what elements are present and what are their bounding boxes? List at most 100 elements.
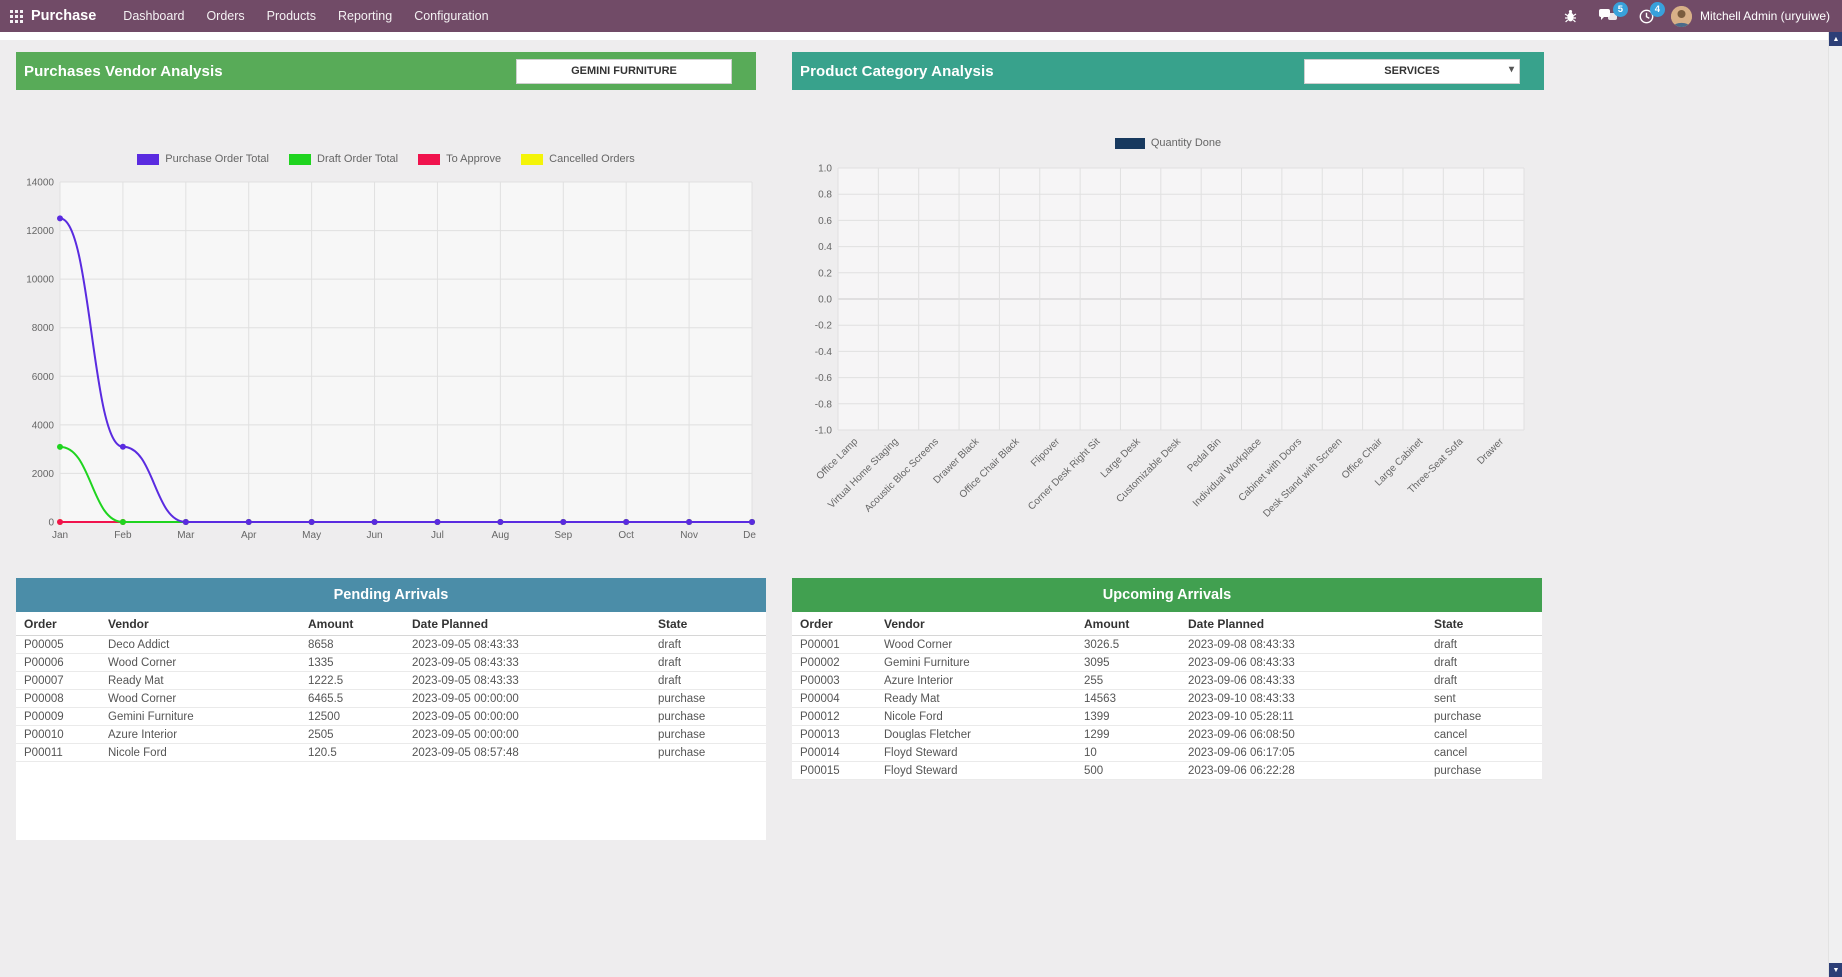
table-row[interactable]: P00006Wood Corner13352023-09-05 08:43:33… [16, 654, 766, 672]
legend-swatch [418, 154, 440, 165]
legend-item[interactable]: To Approve [418, 153, 501, 165]
column-header-order: Order [792, 612, 880, 636]
table-row[interactable]: P00001Wood Corner3026.52023-09-08 08:43:… [792, 636, 1542, 654]
pending-arrivals-table: OrderVendorAmountDate PlannedState P0000… [16, 612, 766, 762]
svg-text:Desk Stand with Screen: Desk Stand with Screen [1261, 436, 1344, 519]
table-row[interactable]: P00015Floyd Steward5002023-09-06 06:22:2… [792, 762, 1542, 780]
cell: 2023-09-06 08:43:33 [1184, 654, 1430, 672]
scrollbar-up-button[interactable]: ▲ [1829, 32, 1842, 46]
category-filter-select[interactable]: SERVICES ▾ [1304, 59, 1520, 84]
table-row[interactable]: P00009Gemini Furniture125002023-09-05 00… [16, 708, 766, 726]
svg-text:1.0: 1.0 [818, 164, 832, 175]
table-row[interactable]: P00003Azure Interior2552023-09-06 08:43:… [792, 672, 1542, 690]
cell: draft [654, 672, 766, 690]
pending-arrivals-titlebar: Pending Arrivals [16, 578, 766, 612]
cell: 8658 [304, 636, 408, 654]
table-row[interactable]: P00013Douglas Fletcher12992023-09-06 06:… [792, 726, 1542, 744]
svg-text:14000: 14000 [26, 178, 54, 189]
legend-item[interactable]: Draft Order Total [289, 153, 398, 165]
table-row[interactable]: P00011Nicole Ford120.52023-09-05 08:57:4… [16, 744, 766, 762]
upcoming-arrivals-title: Upcoming Arrivals [1103, 587, 1231, 603]
cell: 2023-09-08 08:43:33 [1184, 636, 1430, 654]
user-avatar[interactable] [1671, 6, 1692, 27]
cell: P00014 [792, 744, 880, 762]
table-row[interactable]: P00014Floyd Steward102023-09-06 06:17:05… [792, 744, 1542, 762]
cell: cancel [1430, 726, 1542, 744]
user-menu[interactable]: Mitchell Admin (uryuiwe) [1700, 9, 1830, 23]
cell: 2023-09-06 06:17:05 [1184, 744, 1430, 762]
vendor-chart-legend: Purchase Order Total Draft Order Total To … [16, 152, 756, 166]
app-name[interactable]: Purchase [31, 8, 96, 24]
menu-item-dashboard[interactable]: Dashboard [112, 0, 195, 32]
cell: sent [1430, 690, 1542, 708]
cell: Douglas Fletcher [880, 726, 1080, 744]
svg-text:Feb: Feb [114, 530, 132, 541]
table-row[interactable]: P00008Wood Corner6465.52023-09-05 00:00:… [16, 690, 766, 708]
table-row[interactable]: P00007Ready Mat1222.52023-09-05 08:43:33… [16, 672, 766, 690]
cell: 500 [1080, 762, 1184, 780]
cell: 2023-09-05 00:00:00 [408, 726, 654, 744]
table-row[interactable]: P00005Deco Addict86582023-09-05 08:43:33… [16, 636, 766, 654]
cell: draft [1430, 636, 1542, 654]
cell: 2023-09-06 06:22:28 [1184, 762, 1430, 780]
table-row[interactable]: P00004Ready Mat145632023-09-10 08:43:33s… [792, 690, 1542, 708]
svg-text:-0.4: -0.4 [815, 347, 833, 358]
cell: 14563 [1080, 690, 1184, 708]
scrollbar-down-button[interactable]: ▼ [1829, 963, 1842, 977]
cell: 1222.5 [304, 672, 408, 690]
svg-text:10000: 10000 [26, 275, 54, 286]
cell: Wood Corner [104, 690, 304, 708]
vertical-scrollbar[interactable]: ▲ ▼ [1828, 32, 1842, 977]
menu-item-orders[interactable]: Orders [195, 0, 255, 32]
vendor-filter-select[interactable]: GEMINI FURNITURE [516, 59, 732, 84]
legend-item[interactable]: Cancelled Orders [521, 153, 635, 165]
table-row[interactable]: P00012Nicole Ford13992023-09-10 05:28:11… [792, 708, 1542, 726]
cell: Ready Mat [880, 690, 1080, 708]
cell: purchase [1430, 762, 1542, 780]
table-row[interactable]: P00002Gemini Furniture30952023-09-06 08:… [792, 654, 1542, 672]
legend-item[interactable]: Purchase Order Total [137, 153, 269, 165]
cell: 2505 [304, 726, 408, 744]
cell: 2023-09-05 08:43:33 [408, 672, 654, 690]
apps-grid-icon[interactable] [6, 10, 31, 23]
cell: P00008 [16, 690, 104, 708]
legend-label: Draft Order Total [317, 153, 398, 165]
cell: Ready Mat [104, 672, 304, 690]
legend-swatch [289, 154, 311, 165]
svg-text:2000: 2000 [32, 469, 55, 480]
pending-arrivals-title: Pending Arrivals [334, 587, 449, 603]
table-row[interactable]: P00010Azure Interior25052023-09-05 00:00… [16, 726, 766, 744]
activities-clock-icon[interactable]: 4 [1630, 4, 1663, 29]
menu-item-reporting[interactable]: Reporting [327, 0, 403, 32]
cell: purchase [654, 690, 766, 708]
vendor-analysis-header: Purchases Vendor Analysis GEMINI FURNITU… [16, 52, 756, 90]
svg-text:6000: 6000 [32, 372, 55, 383]
cell: draft [1430, 654, 1542, 672]
svg-text:0.0: 0.0 [818, 295, 832, 306]
messages-icon[interactable]: 5 [1590, 4, 1626, 28]
legend-item[interactable]: Quantity Done [1115, 137, 1221, 149]
cell: 2023-09-10 08:43:33 [1184, 690, 1430, 708]
menu-item-configuration[interactable]: Configuration [403, 0, 499, 32]
cell: 1299 [1080, 726, 1184, 744]
legend-swatch [137, 154, 159, 165]
top-navbar: Purchase DashboardOrdersProductsReportin… [0, 0, 1842, 32]
cell: purchase [654, 744, 766, 762]
menu-item-products[interactable]: Products [256, 0, 327, 32]
cell: 2023-09-05 00:00:00 [408, 690, 654, 708]
column-header-date-planned: Date Planned [408, 612, 654, 636]
vendor-filter-value: GEMINI FURNITURE [571, 65, 677, 77]
tables-row: Pending Arrivals OrderVendorAmountDate P… [16, 578, 1842, 840]
column-header-state: State [1430, 612, 1542, 636]
cell: Floyd Steward [880, 762, 1080, 780]
svg-text:0.4: 0.4 [818, 242, 832, 253]
cell: Azure Interior [880, 672, 1080, 690]
svg-text:12000: 12000 [26, 226, 54, 237]
debug-bug-icon[interactable] [1555, 4, 1586, 28]
cell: P00010 [16, 726, 104, 744]
vendor-line-chart: 02000400060008000100001200014000JanFebMa… [16, 176, 756, 548]
messages-badge: 5 [1613, 2, 1628, 17]
svg-text:Jul: Jul [431, 530, 444, 541]
cell: 6465.5 [304, 690, 408, 708]
category-analysis-title: Product Category Analysis [800, 63, 994, 80]
